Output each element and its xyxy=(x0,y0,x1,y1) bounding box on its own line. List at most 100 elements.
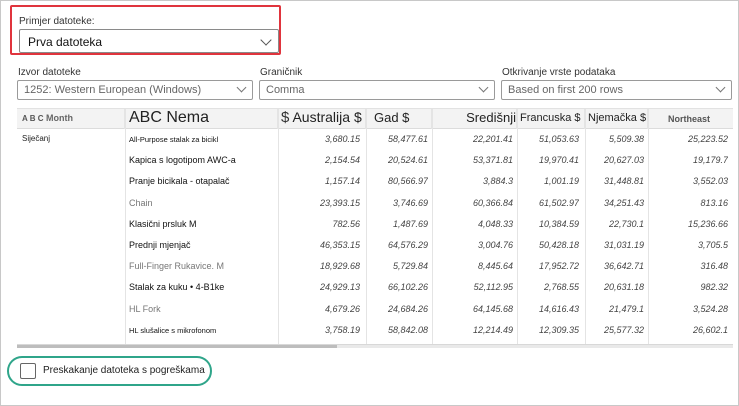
skip-files-group: Preskakanje datoteka s pogreškama xyxy=(7,356,212,386)
table-row: Kapica s logotipom AWC-a 2,154.54 20,524.6… xyxy=(17,152,733,171)
cell-central: 3,004.76 xyxy=(477,240,513,250)
cell-french: 1,001.19 xyxy=(543,176,579,187)
column-header-central[interactable]: Središnji xyxy=(432,109,517,129)
cell-gad: 5,729.84 xyxy=(392,261,428,272)
file-origin-value: 1252: Western European (Windows) xyxy=(24,84,202,96)
delimiter-label: Graničnik xyxy=(260,67,303,78)
currency-icon: $ xyxy=(281,109,290,126)
chevron-down-icon xyxy=(715,82,726,93)
cell-german: 21,479.1 xyxy=(608,303,644,314)
table-row: HL Fork 4,679.26 24,684.26 64,145.68 14,616.… xyxy=(17,301,733,320)
cell-german: 25,577.32 xyxy=(603,324,644,335)
table-row: Pranje bicikala - otapalač 1,157.14 80,566… xyxy=(17,173,733,192)
chevron-down-icon xyxy=(236,82,247,93)
cell-name: All-Purpose stalak za bicikl xyxy=(129,135,219,144)
column-header-german[interactable]: Njemačka $ xyxy=(585,109,648,129)
sample-file-group: Primjer datoteke: Prva datoteka xyxy=(10,5,281,55)
cell-northeast: 813.16 xyxy=(700,197,728,208)
table-row: Full-Finger Rukavice. M 18,929.68 5,729.84… xyxy=(17,258,733,277)
cell-central: 8,445.64 xyxy=(477,261,513,272)
cell-gad: 20,524.61 xyxy=(387,155,428,166)
sample-file-label: Primjer datoteke: xyxy=(19,16,95,27)
table-row: HL slušalice s mikrofonom 3,758.19 58,842.… xyxy=(17,322,733,341)
file-origin-label: Izvor datoteke xyxy=(18,67,81,78)
data-type-detection-label: Otkrivanje vrste podataka xyxy=(502,67,616,78)
cell-gad: 80,566.97 xyxy=(387,176,428,187)
column-header-australia[interactable]: $ Australija $ xyxy=(278,109,366,129)
cell-northeast: 25,223.52 xyxy=(687,134,728,144)
delimiter-value: Comma xyxy=(266,84,305,96)
cell-french: 61,502.97 xyxy=(538,197,579,208)
cell-northeast: 3,524.28 xyxy=(692,303,728,314)
cell-northeast: 982.32 xyxy=(700,282,728,293)
column-header-northeast[interactable]: Northeast xyxy=(648,109,733,129)
cell-month: Siječanj xyxy=(22,134,51,143)
cell-central: 60,366.84 xyxy=(472,197,513,208)
cell-northeast: 26,602.1 xyxy=(692,324,728,335)
cell-name: Full-Finger Rukavice. M xyxy=(129,261,225,272)
cell-german: 31,031.19 xyxy=(603,240,644,250)
cell-australia: 24,929.13 xyxy=(319,282,360,293)
cell-northeast: 316.48 xyxy=(700,261,728,272)
cell-gad: 3,746.69 xyxy=(392,197,428,208)
skip-files-label: Preskakanje datoteka s pogreškama xyxy=(43,365,205,376)
cell-gad: 64,576.29 xyxy=(387,240,428,250)
cell-northeast: 3,705.5 xyxy=(697,240,728,250)
cell-french: 17,952.72 xyxy=(538,261,579,272)
cell-name: Chain xyxy=(129,197,153,208)
delimiter-dropdown[interactable]: Comma xyxy=(259,80,495,100)
cell-australia: 3,758.19 xyxy=(324,324,360,335)
cell-australia: 3,680.15 xyxy=(324,134,360,144)
cell-german: 31,448.81 xyxy=(603,176,644,187)
cell-german: 5,509.38 xyxy=(608,134,644,144)
cell-central: 3,884.3 xyxy=(482,176,513,187)
column-header-gad[interactable]: Gad $ xyxy=(366,109,432,129)
file-origin-dropdown[interactable]: 1252: Western European (Windows) xyxy=(17,80,253,100)
cell-australia: 2,154.54 xyxy=(324,155,360,166)
cell-australia: 46,353.15 xyxy=(319,240,360,250)
cell-french: 51,053.63 xyxy=(538,134,579,144)
abc-type-icon: A B C xyxy=(22,114,44,123)
cell-central: 4,048.33 xyxy=(477,218,513,229)
cell-northeast: 3,552.03 xyxy=(692,176,728,187)
cell-german: 22,730.1 xyxy=(608,218,644,229)
cell-gad: 24,684.26 xyxy=(387,303,428,314)
table-row: Chain 23,393.15 3,746.69 60,366.84 61,502.97… xyxy=(17,195,733,214)
data-type-detection-value: Based on first 200 rows xyxy=(508,84,623,96)
cell-northeast: 19,179.7 xyxy=(692,155,728,166)
cell-central: 12,214.49 xyxy=(472,324,513,335)
table-row: Stalak za kuku • 4-B1ke 24,929.13 66,102.2… xyxy=(17,279,733,298)
scrollbar-thumb[interactable] xyxy=(17,345,337,348)
table-row: Prednji mjenjač 46,353.15 64,576.29 3,004.7… xyxy=(17,237,733,256)
cell-central: 22,201.41 xyxy=(472,134,513,144)
cell-central: 64,145.68 xyxy=(472,303,513,314)
cell-northeast: 15,236.66 xyxy=(687,218,728,229)
cell-french: 2,768.55 xyxy=(543,282,579,293)
sample-file-value: Prva datoteka xyxy=(28,35,103,49)
cell-french: 14,616.43 xyxy=(538,303,579,314)
cell-australia: 782.56 xyxy=(332,218,360,229)
cell-gad: 1,487.69 xyxy=(392,218,428,229)
horizontal-scrollbar[interactable] xyxy=(17,344,733,348)
column-header-name[interactable]: ABC Nema xyxy=(125,109,278,129)
skip-files-checkbox[interactable] xyxy=(20,363,36,379)
cell-french: 19,970.41 xyxy=(538,155,579,166)
cell-name: Prednji mjenjač xyxy=(129,240,191,250)
data-type-detection-dropdown[interactable]: Based on first 200 rows xyxy=(501,80,732,100)
table-row: Siječanj All-Purpose stalak za bicikl 3,68… xyxy=(17,131,733,150)
cell-gad: 58,477.61 xyxy=(387,134,428,144)
chevron-down-icon xyxy=(478,82,489,93)
cell-french: 50,428.18 xyxy=(538,240,579,250)
cell-australia: 1,157.14 xyxy=(324,176,360,187)
cell-name: HL Fork xyxy=(129,303,161,314)
cell-german: 34,251.43 xyxy=(603,197,644,208)
cell-australia: 18,929.68 xyxy=(319,261,360,272)
column-header-french[interactable]: Francuska $ xyxy=(517,109,585,129)
cell-french: 10,384.59 xyxy=(538,218,579,229)
cell-name: HL slušalice s mikrofonom xyxy=(129,325,217,335)
cell-australia: 23,393.15 xyxy=(319,197,360,208)
cell-central: 52,112.95 xyxy=(473,282,513,293)
sample-file-dropdown[interactable]: Prva datoteka xyxy=(19,29,279,53)
cell-gad: 58,842.08 xyxy=(387,324,428,335)
column-header-month[interactable]: A B C Month xyxy=(17,109,125,129)
